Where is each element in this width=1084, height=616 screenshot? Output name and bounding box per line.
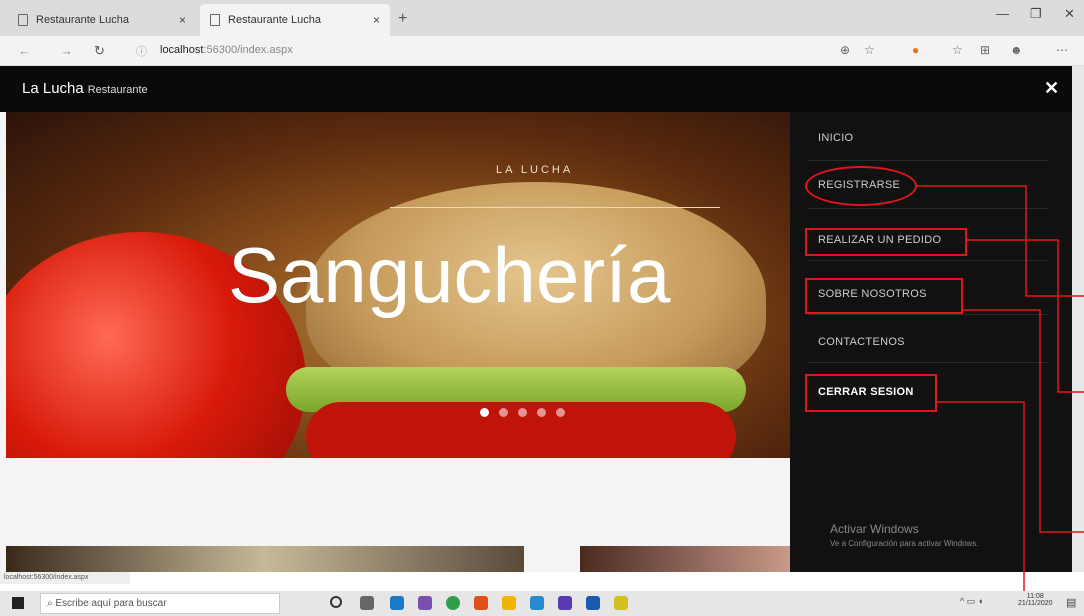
chrome-icon[interactable]	[446, 596, 460, 610]
taskbar-clock[interactable]: 11:08 21/11/2020	[1018, 593, 1053, 607]
folder-icon[interactable]	[502, 596, 516, 610]
app-icon[interactable]	[530, 596, 544, 610]
taskbar-search-input[interactable]: ⌕ Escribe aquí para buscar	[40, 593, 280, 614]
task-view-icon[interactable]	[360, 596, 374, 610]
system-tray[interactable]: ^ ▭ ◖	[960, 596, 983, 607]
notification-icon[interactable]: ▤	[1066, 596, 1076, 609]
app-icon[interactable]	[558, 596, 572, 610]
windows-taskbar: ⌕ Escribe aquí para buscar ^ ▭ ◖ 11:08 2…	[0, 591, 1084, 616]
app-icon[interactable]	[418, 596, 432, 610]
outlook-icon[interactable]	[586, 596, 600, 610]
annotation-connectors	[917, 185, 1084, 616]
cortana-icon[interactable]	[330, 596, 342, 608]
status-url: localhost:56300/index.aspx	[0, 572, 130, 584]
edge-icon[interactable]	[390, 596, 404, 610]
app-icon[interactable]	[474, 596, 488, 610]
clock-time: 11:08	[1026, 593, 1044, 600]
windows-start-icon[interactable]	[12, 597, 24, 609]
search-placeholder: Escribe aquí para buscar	[55, 598, 167, 609]
app-icon[interactable]	[614, 596, 628, 610]
clock-date: 21/11/2020	[1018, 600, 1053, 607]
